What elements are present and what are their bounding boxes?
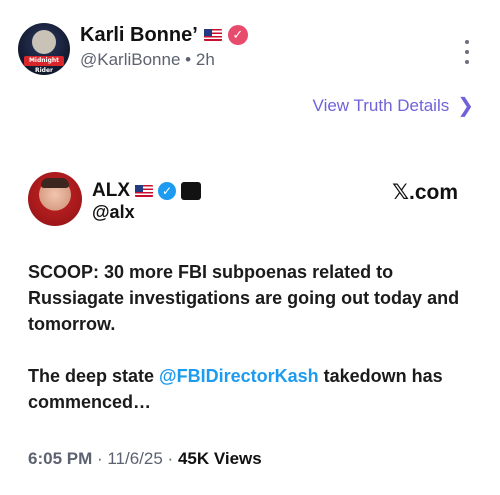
author-avatar[interactable]: Midnight Rider (18, 23, 70, 75)
post-text: The deep state (28, 366, 160, 386)
affiliate-badge-icon (181, 182, 201, 200)
author-handle-row: @KarliBonne • 2h (80, 50, 215, 70)
post-paragraph: SCOOP: 30 more FBI subpoenas related to … (28, 262, 460, 334)
avatar-hair (41, 178, 69, 188)
quoted-author-avatar[interactable] (28, 172, 82, 226)
meta-separator: · (92, 449, 108, 468)
post-paragraph: The deep state @FBIDirectorKash takedown… (28, 363, 468, 415)
avatar-tag: Midnight Rider (24, 56, 64, 74)
meta-separator: · (162, 449, 178, 468)
verified-badge-icon: ✓ (158, 182, 176, 200)
views-count: 45K (177, 449, 210, 468)
us-flag-icon (203, 29, 222, 41)
post-age: 2h (195, 50, 215, 69)
dot-icon (465, 40, 469, 44)
post-meta: 6:05 PM · 11/6/25 · 45K Views (28, 449, 262, 469)
view-details-label: View Truth Details (312, 96, 450, 115)
dot-icon (465, 60, 469, 64)
quoted-author-handle[interactable]: @alx (92, 202, 135, 223)
separator-dot: • (185, 50, 192, 69)
author-handle[interactable]: @KarliBonne (80, 50, 180, 69)
quoted-author-name[interactable]: ALX (92, 180, 130, 202)
post-body: SCOOP: 30 more FBI subpoenas related to … (28, 259, 468, 441)
source-label: 𝕏.com (392, 181, 458, 204)
verified-badge-icon: ✓ (227, 25, 248, 45)
author-display-name[interactable]: Karli Bonne’ (80, 24, 198, 47)
dot-icon (465, 50, 469, 54)
avatar-figure (32, 30, 56, 54)
more-options-button[interactable] (462, 40, 472, 64)
post-time: 6:05 PM (28, 449, 93, 468)
author-name-row: Karli Bonne’ ✓ (80, 22, 248, 48)
mention-link[interactable]: @FBIDirectorKash (159, 366, 319, 386)
quoted-name-row: ALX ✓ (92, 180, 201, 202)
view-truth-details-link[interactable]: View Truth Details ❯ (313, 96, 474, 116)
us-flag-icon (135, 185, 153, 197)
views-label: Views (209, 449, 262, 468)
post-date: 11/6/25 (107, 449, 163, 468)
post-header: Midnight Rider Karli Bonne’ ✓ @KarliBonn… (18, 20, 482, 76)
chevron-right-icon: ❯ (457, 95, 474, 117)
